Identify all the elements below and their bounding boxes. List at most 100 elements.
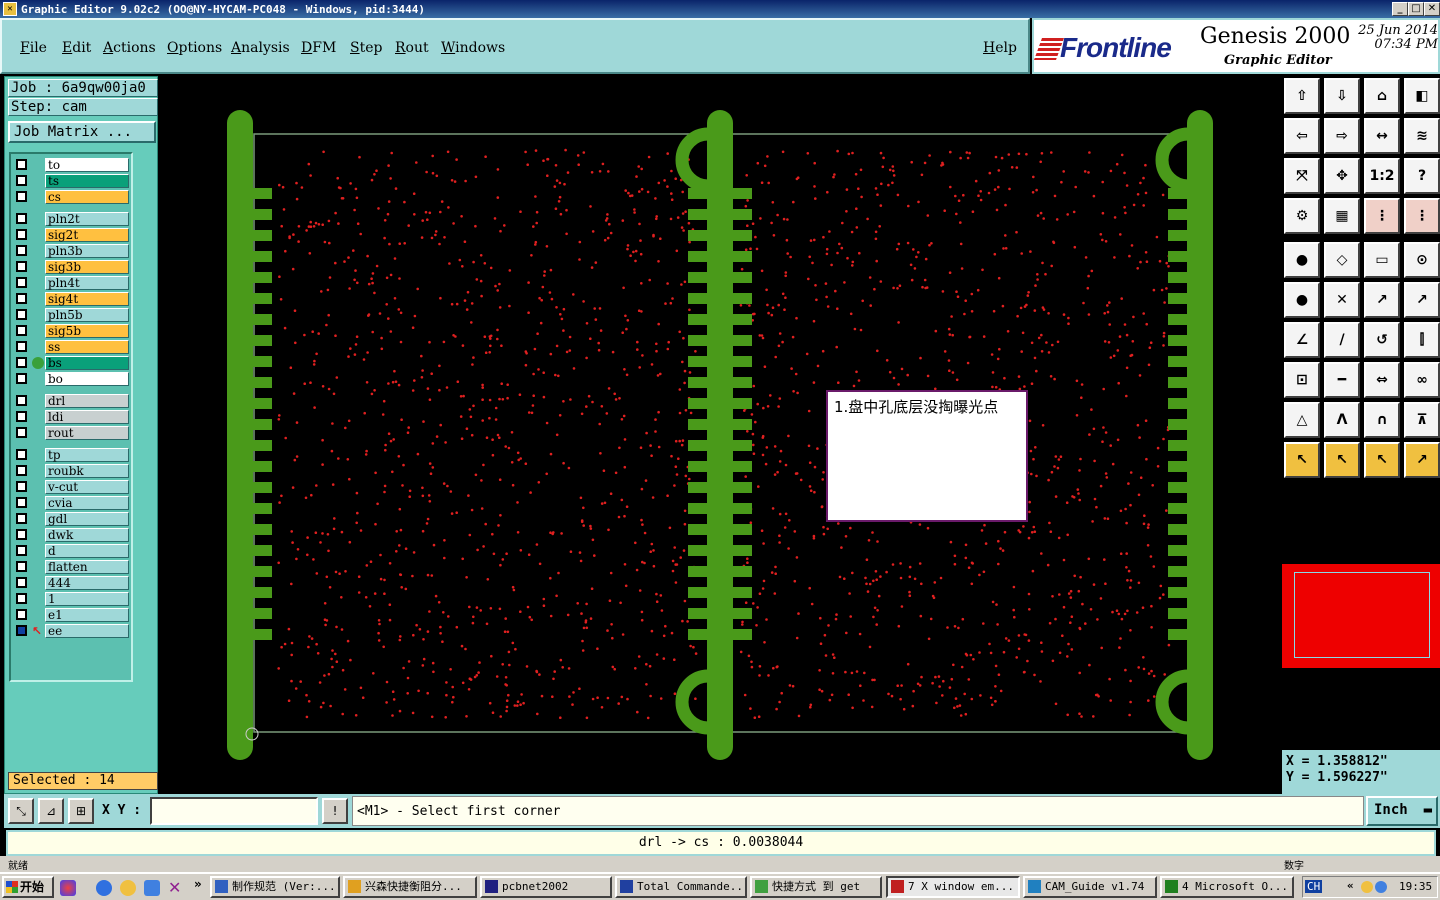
connect-icon[interactable]: ● — [1284, 282, 1320, 318]
layer-name[interactable]: sig5b — [45, 324, 129, 338]
quicklaunch-chat-icon[interactable] — [60, 880, 76, 896]
overview-map[interactable] — [1282, 564, 1440, 668]
layer-row-bs[interactable]: bs — [13, 356, 131, 370]
layer-row-rout[interactable]: rout — [13, 426, 131, 440]
pointer-graph-icon[interactable]: ↗ — [1404, 442, 1440, 478]
layer-checkbox[interactable] — [16, 395, 27, 406]
taskbar-item[interactable]: 4 Microsoft O... — [1160, 876, 1294, 898]
layer-name[interactable]: roubk — [45, 464, 129, 478]
pointer-icon[interactable]: ↖ — [1284, 442, 1320, 478]
layer-row-1[interactable]: 1 — [13, 592, 131, 606]
job-matrix-button[interactable]: Job Matrix ... — [8, 121, 156, 143]
slash-icon[interactable]: / — [1324, 322, 1360, 358]
route-icon[interactable]: ≋ — [1404, 118, 1440, 154]
layer-row-cs[interactable]: cs — [13, 190, 131, 204]
layer-row-bo[interactable]: bo — [13, 372, 131, 386]
tray-expand-icon[interactable]: « — [1347, 879, 1354, 892]
layer-row-444[interactable]: 444 — [13, 576, 131, 590]
layer-row-v-cut[interactable]: v-cut — [13, 480, 131, 494]
select-icon[interactable]: ↖ — [1324, 442, 1360, 478]
layer-checkbox[interactable] — [16, 577, 27, 588]
rotate-icon[interactable]: ∞ — [1404, 362, 1440, 398]
layer-row-gdl[interactable]: gdl — [13, 512, 131, 526]
maximize-button[interactable]: □ — [1408, 2, 1424, 16]
browser-icon[interactable] — [144, 880, 160, 896]
layer-row-sig2t[interactable]: sig2t — [13, 228, 131, 242]
arch-icon[interactable]: ∩ — [1364, 402, 1400, 438]
menu-analysis[interactable]: Analysis — [231, 40, 290, 56]
layer-checkbox[interactable] — [16, 609, 27, 620]
layer-row-sig5b[interactable]: sig5b — [13, 324, 131, 338]
layer-name[interactable]: bo — [45, 372, 129, 386]
minus-icon[interactable]: ━ — [1324, 362, 1360, 398]
menu-windows[interactable]: Windows — [441, 40, 505, 56]
layer-checkbox[interactable] — [16, 159, 27, 170]
layer-row-cvia[interactable]: cvia — [13, 496, 131, 510]
layer-checkbox[interactable] — [16, 427, 27, 438]
layer-name[interactable]: pln3b — [45, 244, 129, 258]
home-icon[interactable]: ⌂ — [1364, 78, 1400, 114]
layer-name[interactable]: sig2t — [45, 228, 129, 242]
select-alt-icon[interactable]: ↖ — [1364, 442, 1400, 478]
layer-name[interactable]: 1 — [45, 592, 129, 606]
draw-icon[interactable]: ◇ — [1324, 242, 1360, 278]
window-icon[interactable]: ◧ — [1404, 78, 1440, 114]
layer-name[interactable]: ss — [45, 340, 129, 354]
zoom-icon[interactable]: ⤡ — [8, 798, 34, 824]
menu-help[interactable]: Help — [983, 40, 1017, 56]
distance-icon[interactable]: ⇔ — [1364, 362, 1400, 398]
layer-name[interactable]: pln4t — [45, 276, 129, 290]
layer-checkbox[interactable] — [16, 593, 27, 604]
layer-checkbox[interactable] — [16, 481, 27, 492]
layer-row-sig4t[interactable]: sig4t — [13, 292, 131, 306]
move-icon[interactable]: ⊡ — [1284, 362, 1320, 398]
layer-checkbox[interactable] — [16, 357, 27, 368]
menu-options[interactable]: Options — [167, 40, 222, 56]
apex-icon[interactable]: Λ — [1324, 402, 1360, 438]
layer-checkbox[interactable] — [16, 497, 27, 508]
layer-name[interactable]: 444 — [45, 576, 129, 590]
layer-row-ldi[interactable]: ldi — [13, 410, 131, 424]
angle-icon[interactable]: ∠ — [1284, 322, 1320, 358]
taskbar-item[interactable]: 快捷方式 到 get — [750, 876, 882, 898]
line-icon[interactable]: ↗ — [1364, 282, 1400, 318]
mirror-icon[interactable]: ↔ — [1364, 118, 1400, 154]
cross-icon[interactable]: ✕ — [1324, 282, 1360, 318]
menu-file[interactable]: File — [20, 40, 47, 56]
layer-checkbox[interactable] — [16, 411, 27, 422]
layer-checkbox[interactable] — [16, 175, 27, 186]
taskbar-item[interactable]: Total Commande... — [615, 876, 747, 898]
layer-name[interactable]: sig4t — [45, 292, 129, 306]
measure-icon[interactable]: ▭ — [1364, 242, 1400, 278]
layer-checkbox[interactable] — [16, 449, 27, 460]
layer-checkbox[interactable] — [16, 529, 27, 540]
taskbar-item[interactable]: 7 X window em... — [886, 876, 1020, 898]
grid-icon[interactable]: ⊞ — [68, 798, 94, 824]
layer-list-scrollbar[interactable] — [135, 152, 155, 682]
layer-name[interactable]: bs — [45, 356, 129, 370]
layer-checkbox[interactable] — [16, 545, 27, 556]
layer-name[interactable]: pln2t — [45, 212, 129, 226]
query-icon[interactable]: ? — [1404, 158, 1440, 194]
xy-input[interactable] — [150, 797, 318, 825]
layer-row-tp[interactable]: tp — [13, 448, 131, 462]
fit-icon[interactable]: ⤧ — [1284, 158, 1320, 194]
layer-name[interactable]: d — [45, 544, 129, 558]
dot-icon[interactable]: ⊙ — [1404, 242, 1440, 278]
layer-row-pln2t[interactable]: pln2t — [13, 212, 131, 226]
menu-step[interactable]: Step — [350, 40, 382, 56]
layer-checkbox[interactable] — [16, 373, 27, 384]
layer-name[interactable]: pln5b — [45, 308, 129, 322]
layer-name[interactable]: ldi — [45, 410, 129, 424]
bridge-icon[interactable]: ⊼ — [1404, 402, 1440, 438]
layer-checkbox[interactable] — [16, 229, 27, 240]
unit-selector[interactable]: Inch ▬ — [1366, 796, 1438, 826]
layer-checkbox[interactable] — [16, 245, 27, 256]
layer-checkbox[interactable] — [16, 261, 27, 272]
layer-name[interactable]: tp — [45, 448, 129, 462]
more-icon[interactable]: » — [194, 877, 202, 891]
layer-checkbox[interactable] — [16, 625, 27, 636]
layer-checkbox[interactable] — [16, 293, 27, 304]
menu-actions[interactable]: Actions — [103, 40, 156, 56]
close-button[interactable]: ✕ — [1424, 2, 1440, 16]
